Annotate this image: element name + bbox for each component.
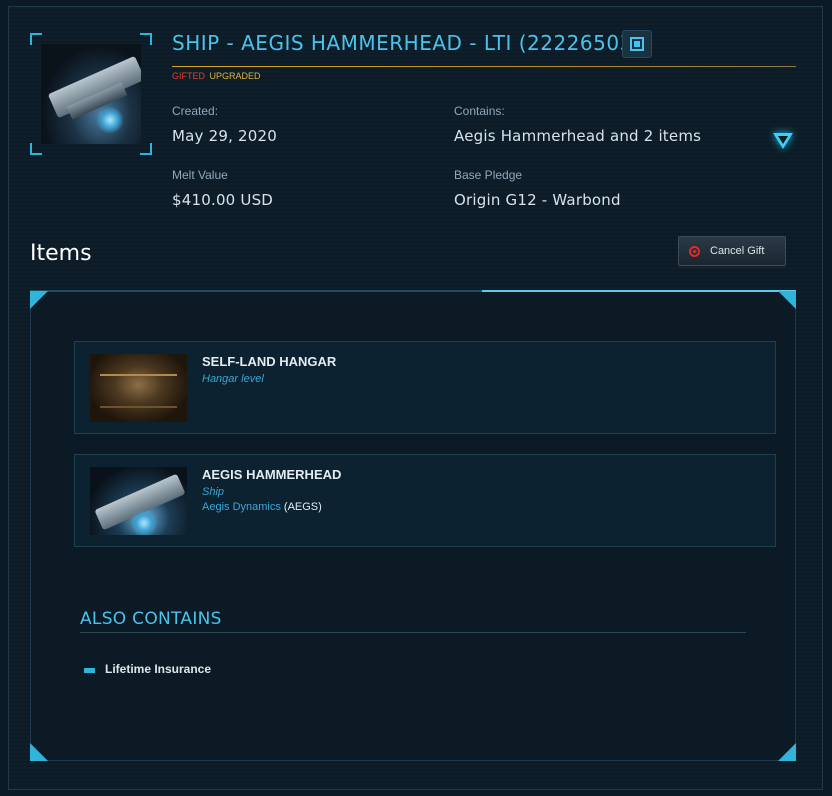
expand-triangle-icon[interactable] [773,133,793,149]
thumbnail-corner [30,143,42,155]
ship-image [41,44,141,144]
cancel-gift-label: Cancel Gift [710,245,765,257]
item-card[interactable]: AEGIS HAMMERHEAD Ship Aegis Dynamics (AE… [74,454,776,547]
item-manufacturer: Aegis Dynamics (AEGS) [202,501,322,513]
item-name: AEGIS HAMMERHEAD [202,467,342,482]
thumbnail-corner [140,33,152,45]
ship-image [90,467,187,535]
title-divider [172,66,796,67]
also-contains-item: Lifetime Insurance [105,662,212,676]
item-kind: Ship [202,486,225,498]
upgraded-badge: UPGRADED [209,71,261,81]
contains-label: Contains: [454,104,505,118]
also-contains-heading: ALSO CONTAINS [80,609,222,629]
created-label: Created: [172,104,219,118]
also-contains-divider [80,632,746,633]
panel-corner-decoration [778,291,796,309]
gifted-badge: GIFTED [172,71,205,81]
bullet-icon [84,668,95,673]
manufacturer-code: (AEGS) [280,501,322,513]
melt-value-label: Melt Value [172,168,228,182]
thumbnail-corner [140,143,152,155]
engine-glow [130,509,158,535]
panel-corner-decoration [30,743,48,761]
panel-top-border [30,290,796,292]
item-card[interactable]: SELF-LAND HANGAR Hangar level [74,341,776,434]
base-pledge-label: Base Pledge [454,168,523,182]
items-heading: Items [30,241,92,266]
manufacturer-name[interactable]: Aegis Dynamics [202,501,281,513]
created-value: May 29, 2020 [172,127,277,145]
cancel-icon [689,245,700,257]
pledge-title: SHIP - AEGIS HAMMERHEAD - LTI (22226503) [172,31,642,55]
cancel-gift-button[interactable]: Cancel Gift [678,236,786,266]
engine-glow [96,106,124,134]
item-name: SELF-LAND HANGAR [202,354,337,369]
pledge-thumbnail [30,33,152,155]
panel-corner-decoration [30,291,48,309]
melt-value: $410.00 USD [172,191,274,209]
contains-value: Aegis Hammerhead and 2 items [454,127,702,145]
chip-button[interactable] [622,30,652,58]
item-kind: Hangar level [202,373,264,385]
panel-corner-decoration [778,743,796,761]
hangar-image [90,354,187,422]
chip-icon [630,37,644,51]
status-tags: GIFTED UPGRADED [172,71,261,81]
base-pledge-value: Origin G12 - Warbond [454,191,621,209]
